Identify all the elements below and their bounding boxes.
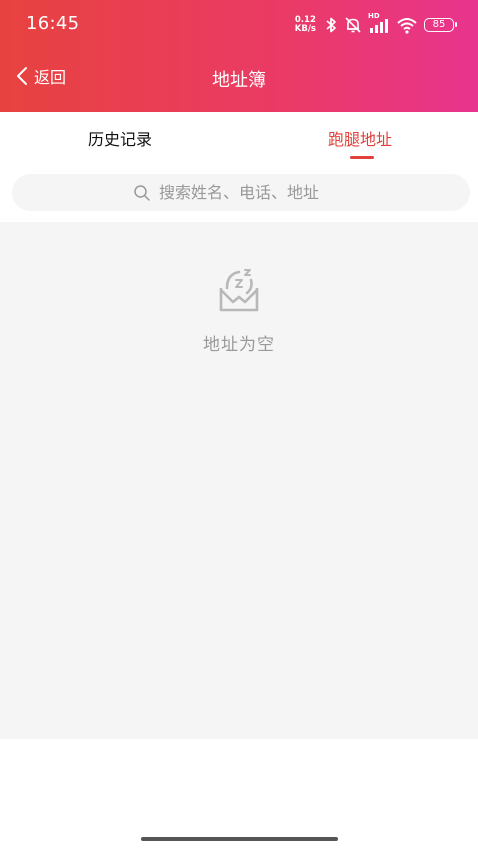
tab-history[interactable]: 历史记录 <box>88 126 152 150</box>
app-header: 16:45 0.12 KB/s HD 85 返回 地址簿 <box>0 0 478 112</box>
active-tab-indicator <box>350 156 374 159</box>
network-speed-unit: KB/s <box>294 24 316 34</box>
bluetooth-icon <box>324 16 338 34</box>
battery-level: 85 <box>432 19 446 30</box>
status-bar: 16:45 0.12 KB/s HD 85 <box>0 0 478 52</box>
network-speed: 0.12 KB/s <box>295 16 316 34</box>
battery-icon: 85 <box>424 18 457 32</box>
tab-bar: 历史记录 跑腿地址 <box>0 112 478 164</box>
empty-message: 地址为空 <box>203 335 275 355</box>
tab-errand-address[interactable]: 跑腿地址 <box>328 126 392 150</box>
search-input[interactable] <box>159 183 349 202</box>
wifi-icon <box>396 16 418 34</box>
status-time: 16:45 <box>26 13 80 34</box>
empty-state: 地址为空 <box>0 266 478 355</box>
home-indicator[interactable] <box>141 837 338 841</box>
search-bar[interactable] <box>12 174 470 211</box>
address-list-area: 地址为空 <box>0 222 478 739</box>
empty-mailbox-sleep-icon <box>213 266 265 316</box>
search-section <box>0 164 478 222</box>
nav-bar: 返回 地址簿 <box>0 52 478 104</box>
page-title: 地址簿 <box>212 70 266 91</box>
mute-bell-icon <box>344 16 362 34</box>
signal-hd-label: HD <box>368 12 380 20</box>
signal-icon: HD <box>368 12 390 34</box>
search-icon <box>133 184 151 202</box>
status-icons: 0.12 KB/s HD 85 <box>295 12 457 36</box>
